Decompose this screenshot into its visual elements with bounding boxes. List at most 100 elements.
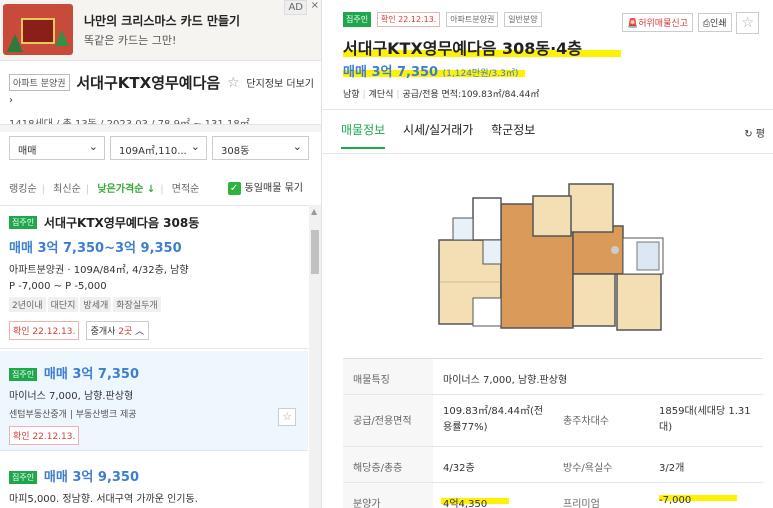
trade-type-select[interactable]: 매매 ⌄: [9, 136, 105, 160]
sort-bar: 랭킹순 | 최신순 | 낮은가격순 ↓ | 면적순 ✓ 동일매물 묶기: [9, 180, 314, 195]
list-item[interactable]: 집주인 매매 3억 7,350 마이너스 7,000, 남향.판상형 센텀부동산…: [0, 351, 308, 451]
section-divider: [323, 109, 773, 110]
gift-box-icon: [21, 18, 55, 44]
favorite-star-icon[interactable]: ☆: [278, 408, 296, 426]
floor-plan-image[interactable]: [433, 178, 669, 340]
owner-badge: 집주인: [9, 471, 38, 484]
area-unit-toggle[interactable]: ↻ 평: [744, 125, 765, 140]
row-label: 총주차대수: [563, 416, 609, 427]
table-row: 해당층/총층 4/32층 방수/욕실수 3/2개: [343, 447, 763, 483]
spec-area: 공급/전용 면적:109.83㎡/84.44㎡: [402, 90, 540, 100]
listing-price: 매매 3억 9,350: [43, 470, 140, 485]
confirm-date-badge: 확인 22.12.13.: [9, 321, 80, 340]
feature-tag: 대단지: [47, 297, 79, 312]
complex-type-tag: 아파트 분양권: [9, 74, 70, 91]
ad-title[interactable]: 나만의 크리스마스 카드 만들기: [84, 12, 240, 29]
row-label: 매물특징: [343, 359, 433, 394]
row-label: 공급/전용면적: [343, 395, 433, 446]
row-value: 3/2개: [659, 463, 685, 474]
spec-direction: 남향: [343, 90, 360, 100]
detail-specs: 남향 | 계단식 | 공급/전용 면적:109.83㎡/84.44㎡: [343, 90, 540, 100]
ad-banner[interactable]: 나만의 크리스마스 카드 만들기 똑같은 카드는 그만! AD ×: [0, 0, 321, 61]
listing-detail: 마이너스 7,000, 남향.판상형: [9, 391, 134, 402]
row-label: 해당층/총층: [343, 447, 433, 482]
listing-info-table: 매물특징 마이너스 7,000, 남향.판상형 공급/전용면적 109.83㎡/…: [343, 358, 763, 508]
row-label: 프리미엄: [563, 499, 600, 508]
listing-list: 집주인 서대구KTX영무예다음 308동 매매 3억 7,350~3억 9,35…: [0, 205, 308, 508]
detail-tabs: 매물정보 시세/실거래가 학군정보: [341, 121, 549, 149]
favorite-star-icon[interactable]: ☆: [227, 75, 240, 91]
tab-school-info[interactable]: 학군정보: [491, 121, 535, 147]
list-item[interactable]: 집주인 매매 3억 9,350 마피5,000. 정남향. 서대구역 가까운 인…: [0, 454, 308, 508]
print-icon: ⎙: [702, 18, 710, 29]
print-label: 인쇄: [710, 18, 727, 29]
confirm-date-badge: 확인 22.12.13.: [9, 426, 80, 445]
listing-price: 매매 3억 7,350~3억 9,350: [9, 241, 182, 256]
dong-select[interactable]: 308동 ⌄: [212, 136, 309, 160]
print-button[interactable]: ⎙인쇄: [697, 12, 732, 32]
list-scrollbar[interactable]: ▲: [309, 205, 321, 508]
chevron-down-icon: ⌄: [190, 140, 200, 153]
detail-panel: 집주인 확인 22.12.13. 아파트분양권 일반분양 🚨허위매물신고 ⎙인쇄…: [323, 0, 773, 508]
table-row: 공급/전용면적 109.83㎡/84.44㎡(전용률77%) 총주차대수 185…: [343, 395, 763, 447]
row-value: 109.83㎡/84.44㎡(전용률77%): [443, 406, 544, 433]
row-label: 방수/욕실수: [563, 463, 613, 474]
listing-footer: 확인 22.12.13. 중개사 2곳 ︿: [9, 321, 299, 340]
owner-badge: 집주인: [343, 12, 372, 27]
complex-header: 아파트 분양권 서대구KTX영무예다음 ☆ 단지정보 더보기 › 1418세대 …: [9, 72, 314, 130]
ad-thumbnail: [3, 4, 73, 55]
checkbox-checked-icon[interactable]: ✓: [227, 181, 241, 195]
row-value: 4/32층: [443, 463, 475, 474]
agency-info: 센텀부동산중개 | 부동산뱅크 제공: [9, 410, 137, 420]
report-false-listing-button[interactable]: 🚨허위매물신고: [622, 12, 693, 32]
area-select[interactable]: 109A㎡,110... ⌄: [110, 136, 207, 160]
chevron-up-icon: ︿: [135, 327, 145, 337]
chevron-down-icon: ⌄: [292, 140, 302, 153]
listing-title: 서대구KTX영무예다음 308동: [43, 216, 200, 230]
row-label: 분양가: [343, 483, 433, 508]
listing-detail: 마피5,000. 정남향. 서대구역 가까운 인기동.: [9, 494, 198, 505]
section-divider: [323, 153, 773, 154]
spec-structure: 계단식: [368, 90, 394, 100]
sale-kind-tag: 일반분양: [504, 12, 542, 27]
tab-listing-info[interactable]: 매물정보: [341, 121, 386, 149]
listing-price: 매매 3억 7,350: [43, 367, 140, 382]
row-value: 마이너스 7,000, 남향.판상형: [443, 375, 568, 386]
report-label: 허위매물신고: [638, 18, 688, 29]
row-value: 4억4,350: [443, 499, 488, 508]
agent-count-button[interactable]: 중개사 2곳 ︿: [85, 321, 150, 340]
feature-tag: 방세개: [80, 297, 112, 312]
feature-tag: 2년이내: [9, 297, 46, 312]
tab-price-history[interactable]: 시세/실거래가: [403, 121, 473, 147]
owner-badge: 집주인: [9, 216, 38, 229]
price-per-area: (1,124만원/3.3㎡): [442, 69, 519, 79]
chevron-down-icon: ⌄: [88, 140, 98, 153]
sort-area[interactable]: 면적순: [172, 184, 200, 195]
listing-detail: 아파트분양권 · 109A/84㎡, 4/32층, 남향: [9, 265, 189, 276]
ad-close-button[interactable]: ×: [311, 0, 319, 11]
detail-title: 서대구KTX영무예다음 308동·4층: [343, 39, 583, 58]
sort-ranking[interactable]: 랭킹순: [9, 184, 37, 195]
detail-actions: 🚨허위매물신고 ⎙인쇄 ☆: [620, 12, 759, 34]
listing-panel: 나만의 크리스마스 카드 만들기 똑같은 카드는 그만! AD × 아파트 분양…: [0, 0, 322, 508]
list-item[interactable]: 집주인 서대구KTX영무예다음 308동 매매 3억 7,350~3억 9,35…: [0, 214, 308, 349]
tree-icon: [55, 30, 69, 46]
detail-price: 매매 3억 7,350 (1,124만원/3.3㎡): [343, 61, 518, 80]
area-value: 109A㎡,110...: [119, 146, 187, 157]
sort-latest[interactable]: 최신순: [53, 184, 81, 195]
ad-subtitle: 똑같은 카드는 그만!: [84, 34, 177, 47]
scrollbar-thumb[interactable]: [311, 230, 319, 274]
owner-badge: 집주인: [9, 368, 38, 381]
ad-badge: AD: [284, 0, 307, 15]
agent-count: 2곳: [118, 327, 133, 337]
feature-tag: 화장실두개: [113, 297, 161, 312]
group-same-listing-toggle[interactable]: ✓ 동일매물 묶기: [227, 179, 308, 195]
sort-low-price[interactable]: 낮은가격순 ↓: [97, 184, 155, 195]
confirm-date-badge: 확인 22.12.13.: [376, 12, 441, 27]
agent-label: 중개사: [90, 327, 116, 337]
detail-price-value: 매매 3억 7,350: [343, 65, 439, 80]
siren-icon: 🚨: [627, 18, 639, 29]
trade-type-value: 매매: [18, 146, 37, 157]
scroll-up-icon[interactable]: ▲: [311, 207, 317, 216]
favorite-star-icon[interactable]: ☆: [736, 12, 759, 34]
